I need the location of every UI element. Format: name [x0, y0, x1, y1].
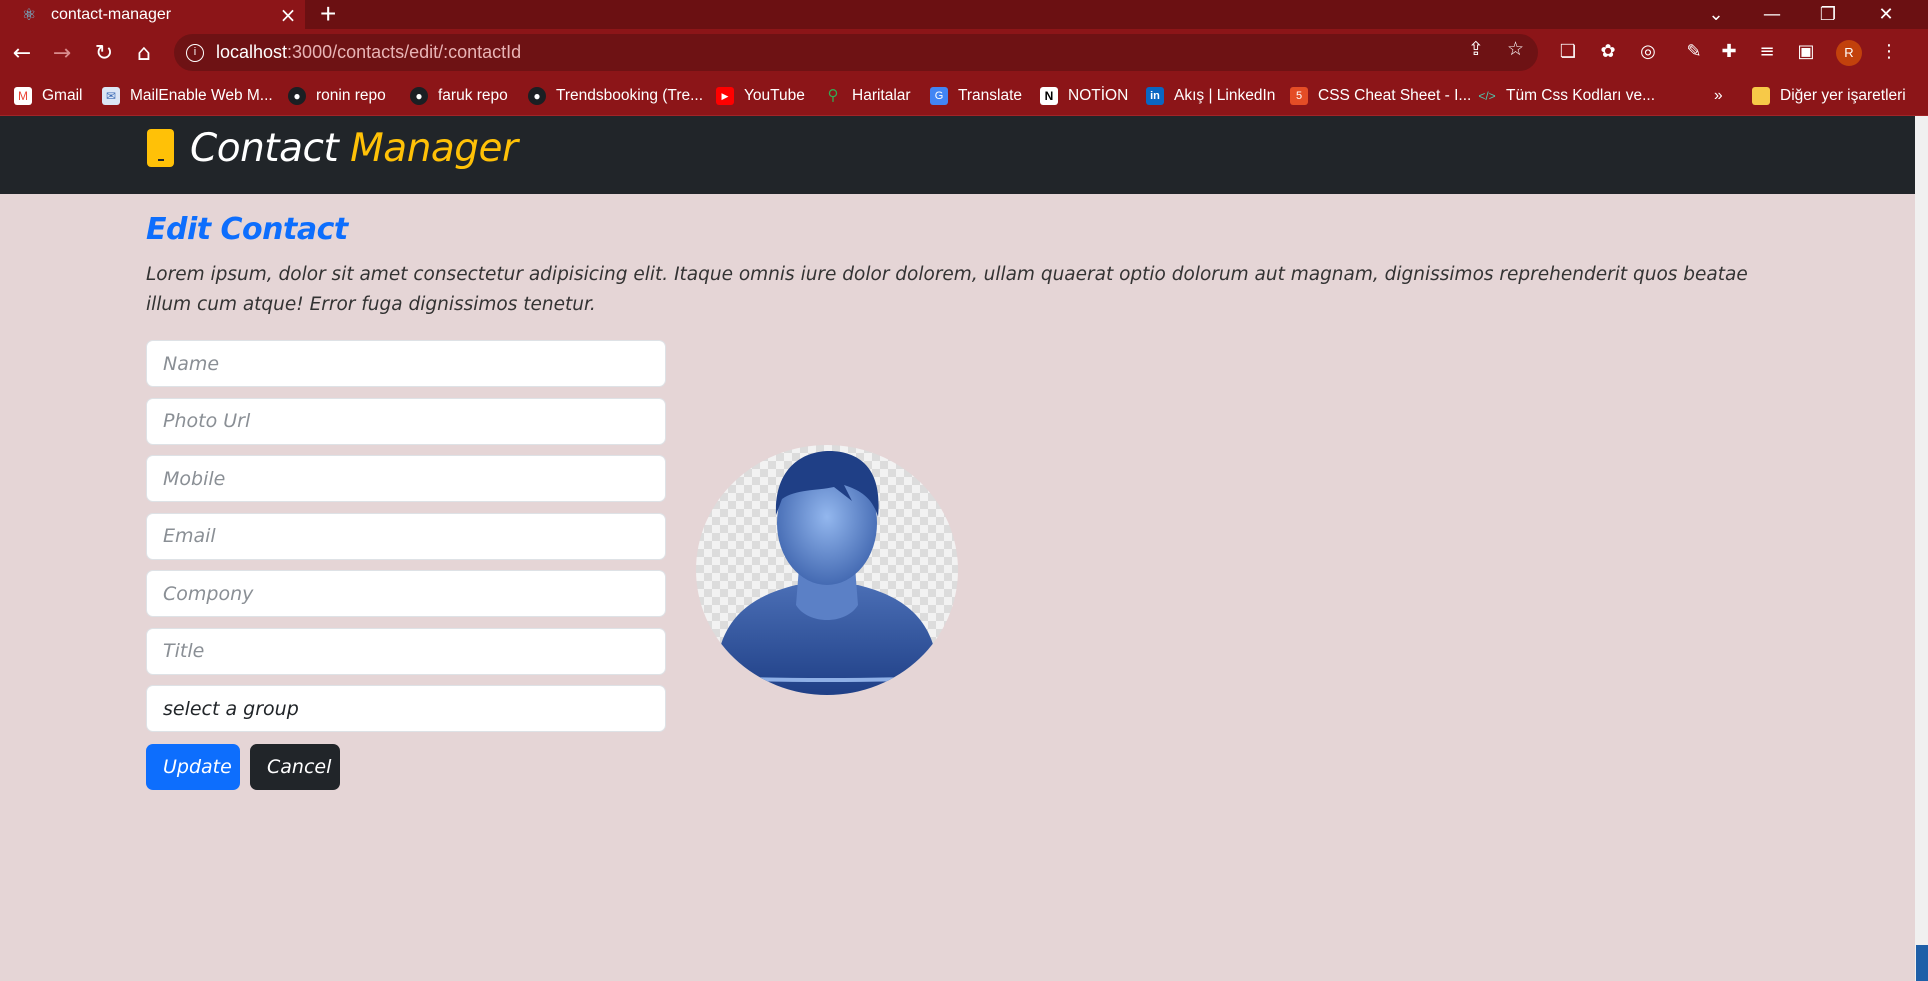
company-input[interactable] [146, 570, 666, 617]
name-input[interactable] [146, 340, 666, 387]
bookmarks-overflow-button[interactable]: » [1714, 76, 1723, 116]
bookmark-label: Tüm Css Kodları ve... [1506, 87, 1656, 104]
user-silhouette-icon [716, 450, 938, 695]
form-actions: Update Cancel [146, 744, 350, 790]
bookmark-css-cheat-sheet[interactable]: 5 CSS Cheat Sheet - I... [1290, 76, 1471, 116]
bookmark-label: Diğer yer işaretleri [1780, 87, 1906, 104]
github-icon: ● [288, 87, 306, 105]
page-intro: Lorem ipsum, dolor sit amet consectetur … [146, 264, 1748, 315]
bookmark-label: Akış | LinkedIn [1174, 87, 1276, 104]
bookmark-trendsbooking[interactable]: ● Trendsbooking (Tre... [528, 76, 703, 116]
bookmark-label: CSS Cheat Sheet - I... [1318, 87, 1472, 104]
bookmark-label: ronin repo [316, 87, 386, 104]
maps-icon: ⚲ [827, 87, 839, 104]
mail-icon: ✉ [102, 87, 120, 105]
bookmark-haritalar[interactable]: ⚲ Haritalar [824, 76, 911, 116]
group-select[interactable]: select a group [146, 685, 666, 732]
bookmark-label: Translate [958, 87, 1023, 104]
bookmark-linkedin[interactable]: in Akış | LinkedIn [1146, 76, 1275, 116]
page-title: Edit Contact [146, 212, 348, 247]
mobile-phone-icon [147, 129, 174, 167]
restore-icon[interactable]: ❐ [1800, 0, 1856, 29]
browser-toolbar: ← → ↻ ⌂ i localhost:3000/contacts/edit/:… [0, 29, 1928, 76]
side-panel-icon[interactable]: ▣ [1795, 41, 1817, 63]
email-input[interactable] [146, 512, 666, 560]
extension-shield-icon[interactable]: ✿ [1597, 41, 1619, 63]
bookmark-label: NOTİON [1068, 87, 1129, 104]
cancel-button[interactable]: Cancel [250, 744, 340, 790]
tab-search-icon[interactable]: ⌄ [1688, 0, 1744, 29]
bookmark-ronin-repo[interactable]: ● ronin repo [288, 76, 386, 116]
gmail-icon: M [14, 87, 32, 105]
title-input[interactable] [146, 627, 666, 675]
bookmark-label: Haritalar [852, 87, 911, 104]
mobile-input[interactable] [146, 455, 666, 502]
extension-target-icon[interactable]: ◎ [1637, 41, 1659, 63]
translate-icon: G [930, 87, 948, 105]
share-icon[interactable]: ⇪ [1468, 38, 1484, 60]
update-button[interactable]: Update [146, 744, 240, 790]
app-navbar: Contact Manager [0, 116, 1915, 194]
minimize-icon[interactable]: — [1744, 0, 1800, 29]
bookmark-translate[interactable]: G Translate [930, 76, 1022, 116]
bookmarks-bar: M Gmail ✉ MailEnable Web M... ● ronin re… [0, 76, 1928, 116]
browser-tab[interactable]: ⚛ contact-manager × [0, 0, 305, 29]
forward-icon[interactable]: → [46, 37, 78, 69]
page-scrollbar[interactable] [1915, 116, 1928, 981]
chevron-double-right-icon: » [1714, 87, 1723, 104]
info-icon[interactable]: i [186, 43, 204, 62]
html5-icon: 5 [1290, 87, 1308, 105]
github-icon: ● [528, 87, 546, 105]
url-text: localhost:3000/contacts/edit/:contactId [216, 42, 522, 62]
edit-contact-form: select a group [146, 340, 666, 743]
reload-icon[interactable]: ↻ [88, 37, 120, 69]
menu-kebab-icon[interactable]: ⋮ [1878, 41, 1900, 63]
notion-icon: N [1040, 87, 1058, 105]
close-tab-icon[interactable]: × [275, 3, 301, 27]
react-icon: ⚛ [21, 4, 37, 24]
extensions-puzzle-icon[interactable]: ✚ [1718, 41, 1740, 63]
bookmark-star-icon[interactable]: ☆ [1507, 38, 1524, 60]
bookmark-mailenable[interactable]: ✉ MailEnable Web M... [102, 76, 273, 116]
github-icon: ● [410, 87, 428, 105]
bookmark-notion[interactable]: N NOTİON [1040, 76, 1128, 116]
back-icon[interactable]: ← [6, 37, 38, 69]
youtube-icon: ▶ [716, 87, 734, 105]
contact-avatar [696, 445, 958, 695]
bookmark-gmail[interactable]: M Gmail [14, 76, 82, 116]
extension-copy-icon[interactable]: ❏ [1557, 41, 1579, 63]
scrollbar-thumb[interactable] [1916, 945, 1928, 981]
photo-url-input[interactable] [146, 397, 666, 445]
close-window-icon[interactable]: ✕ [1858, 0, 1914, 29]
profile-avatar[interactable]: R [1836, 40, 1862, 66]
home-icon[interactable]: ⌂ [128, 37, 160, 69]
app-brand[interactable]: Contact Manager [190, 126, 518, 171]
bookmark-label: Trendsbooking (Tre... [556, 87, 704, 104]
tab-title: contact-manager [51, 5, 172, 23]
address-bar[interactable]: i localhost:3000/contacts/edit/:contactI… [174, 34, 1538, 71]
bookmark-faruk-repo[interactable]: ● faruk repo [410, 76, 508, 116]
other-bookmarks-folder[interactable]: Diğer yer işaretleri [1752, 76, 1906, 116]
bookmark-label: Gmail [42, 87, 83, 104]
linkedin-icon: in [1146, 87, 1164, 105]
bookmark-label: MailEnable Web M... [130, 87, 273, 104]
code-icon: </> [1478, 89, 1496, 103]
bookmark-label: YouTube [744, 87, 805, 104]
folder-icon [1752, 87, 1770, 105]
new-tab-icon[interactable]: + [320, 0, 336, 30]
bookmark-css-kodlari[interactable]: </> Tüm Css Kodları ve... [1478, 76, 1655, 116]
bookmark-label: faruk repo [438, 87, 508, 104]
reading-list-icon[interactable]: ≡ [1756, 41, 1778, 63]
bookmark-youtube[interactable]: ▶ YouTube [716, 76, 805, 116]
browser-tab-strip: ⚛ contact-manager × + ⌄ — ❐ ✕ [0, 0, 1928, 29]
extension-pen-icon[interactable]: ✎ [1683, 41, 1705, 63]
